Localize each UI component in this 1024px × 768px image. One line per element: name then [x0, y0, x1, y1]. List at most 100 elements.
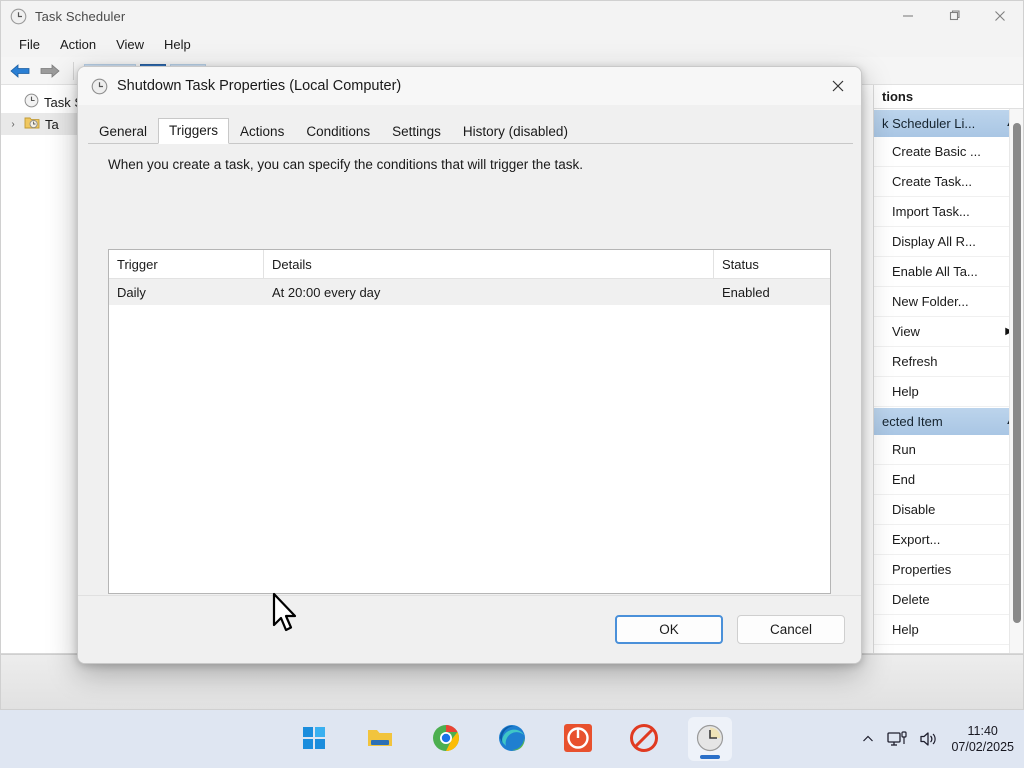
- clock-area[interactable]: 11:40 07/02/2025: [951, 723, 1014, 755]
- actions-group-label-selected-item: ected Item: [882, 414, 943, 429]
- forward-arrow-icon[interactable]: [37, 60, 63, 82]
- action-label: Display All R...: [892, 234, 976, 249]
- minimize-button[interactable]: [885, 1, 931, 31]
- action-label: Help: [892, 384, 919, 399]
- restore-button[interactable]: [931, 1, 977, 31]
- menu-help[interactable]: Help: [154, 34, 201, 55]
- actions-pane: tions k Scheduler Li... ▲ Create Basic .…: [873, 85, 1023, 655]
- dialog-close-button[interactable]: [815, 67, 861, 105]
- action-view[interactable]: View ▶: [874, 317, 1023, 347]
- cell-trigger: Daily: [109, 279, 264, 305]
- action-label: Properties: [892, 562, 951, 577]
- trigger-list-header: Trigger Details Status: [109, 250, 830, 279]
- actions-pane-title: tions: [874, 85, 1023, 109]
- folder-icon: [366, 726, 394, 753]
- action-properties[interactable]: Properties: [874, 555, 1023, 585]
- action-create-task[interactable]: Create Task...: [874, 167, 1023, 197]
- task-scheduler-button[interactable]: [688, 717, 732, 761]
- edge-icon: [498, 724, 526, 755]
- prohibition-icon: [629, 723, 659, 756]
- dialog-footer: OK Cancel: [78, 595, 861, 664]
- window-controls: [885, 1, 1023, 31]
- actions-group-header-library[interactable]: k Scheduler Li... ▲: [874, 109, 1023, 137]
- cancel-button[interactable]: Cancel: [737, 615, 845, 644]
- action-new-folder[interactable]: New Folder...: [874, 287, 1023, 317]
- tray-date: 07/02/2025: [951, 739, 1014, 755]
- dialog-titlebar: Shutdown Task Properties (Local Computer…: [78, 67, 861, 105]
- action-label: Export...: [892, 532, 940, 547]
- active-app-indicator: [700, 755, 720, 759]
- dialog-body: General Triggers Actions Conditions Sett…: [78, 105, 861, 664]
- tab-settings[interactable]: Settings: [381, 119, 452, 144]
- chevron-right-icon[interactable]: ›: [7, 119, 19, 130]
- action-label: Create Task...: [892, 174, 972, 189]
- menu-action[interactable]: Action: [50, 34, 106, 55]
- shutdown-app-button[interactable]: [556, 717, 600, 761]
- action-create-basic-task[interactable]: Create Basic ...: [874, 137, 1023, 167]
- dialog-title: Shutdown Task Properties (Local Computer…: [117, 78, 401, 94]
- task-properties-dialog: Shutdown Task Properties (Local Computer…: [77, 66, 862, 664]
- menu-bar: File Action View Help: [1, 31, 1023, 57]
- tree-child-label: Ta: [45, 117, 59, 132]
- action-import-task[interactable]: Import Task...: [874, 197, 1023, 227]
- action-refresh[interactable]: Refresh: [874, 347, 1023, 377]
- action-label: Disable: [892, 502, 935, 517]
- menu-view[interactable]: View: [106, 34, 154, 55]
- action-export[interactable]: Export...: [874, 525, 1023, 555]
- tab-triggers[interactable]: Triggers: [158, 118, 229, 144]
- scrollbar-thumb[interactable]: [1013, 123, 1021, 623]
- action-label: New Folder...: [892, 294, 969, 309]
- back-arrow-icon[interactable]: [7, 60, 33, 82]
- ok-button[interactable]: OK: [615, 615, 723, 644]
- action-display-all-running-tasks[interactable]: Display All R...: [874, 227, 1023, 257]
- network-icon[interactable]: [887, 730, 907, 748]
- action-label: View: [892, 324, 920, 339]
- tab-history[interactable]: History (disabled): [452, 119, 579, 144]
- action-label: Create Basic ...: [892, 144, 981, 159]
- microsoft-edge-button[interactable]: [490, 717, 534, 761]
- toolbar-separator: [73, 62, 74, 80]
- actions-group-label-library: k Scheduler Li...: [882, 116, 975, 131]
- action-help[interactable]: Help: [874, 377, 1023, 407]
- column-header-trigger[interactable]: Trigger: [109, 250, 264, 278]
- tab-general[interactable]: General: [88, 119, 158, 144]
- clock-icon: [90, 77, 108, 95]
- column-header-status[interactable]: Status: [714, 250, 830, 278]
- windows-logo-icon: [302, 726, 326, 753]
- action-disable[interactable]: Disable: [874, 495, 1023, 525]
- action-help-selected[interactable]: Help: [874, 615, 1023, 645]
- action-label: Run: [892, 442, 916, 457]
- action-run[interactable]: Run: [874, 435, 1023, 465]
- dialog-footer-buttons: OK Cancel: [615, 615, 845, 644]
- chevron-up-icon[interactable]: [861, 732, 875, 746]
- window-title: Task Scheduler: [35, 9, 125, 24]
- volume-icon[interactable]: [919, 730, 939, 748]
- start-button[interactable]: [292, 717, 336, 761]
- cell-details: At 20:00 every day: [264, 279, 714, 305]
- folder-clock-icon: [24, 115, 40, 133]
- tray-time: 11:40: [951, 723, 1014, 739]
- chrome-icon: [432, 724, 460, 755]
- file-explorer-button[interactable]: [358, 717, 402, 761]
- google-chrome-button[interactable]: [424, 717, 468, 761]
- tab-conditions[interactable]: Conditions: [295, 119, 381, 144]
- actions-group-header-selected-item[interactable]: ected Item ▲: [874, 407, 1023, 435]
- blocked-app-button[interactable]: [622, 717, 666, 761]
- dialog-description: When you create a task, you can specify …: [108, 157, 583, 172]
- action-delete[interactable]: Delete: [874, 585, 1023, 615]
- action-end[interactable]: End: [874, 465, 1023, 495]
- dialog-tabstrip: General Triggers Actions Conditions Sett…: [88, 117, 853, 144]
- close-button[interactable]: [977, 1, 1023, 31]
- tab-actions[interactable]: Actions: [229, 119, 295, 144]
- actions-pane-scrollbar[interactable]: [1009, 109, 1023, 655]
- action-label: Import Task...: [892, 204, 970, 219]
- system-tray: 11:40 07/02/2025: [861, 723, 1014, 755]
- clock-icon: [696, 724, 724, 755]
- action-enable-all-tasks-history[interactable]: Enable All Ta...: [874, 257, 1023, 287]
- action-label: End: [892, 472, 915, 487]
- clock-icon: [9, 7, 27, 25]
- menu-file[interactable]: File: [9, 34, 50, 55]
- trigger-list[interactable]: Trigger Details Status Daily At 20:00 ev…: [108, 249, 831, 594]
- column-header-details[interactable]: Details: [264, 250, 714, 278]
- table-row[interactable]: Daily At 20:00 every day Enabled: [109, 279, 830, 305]
